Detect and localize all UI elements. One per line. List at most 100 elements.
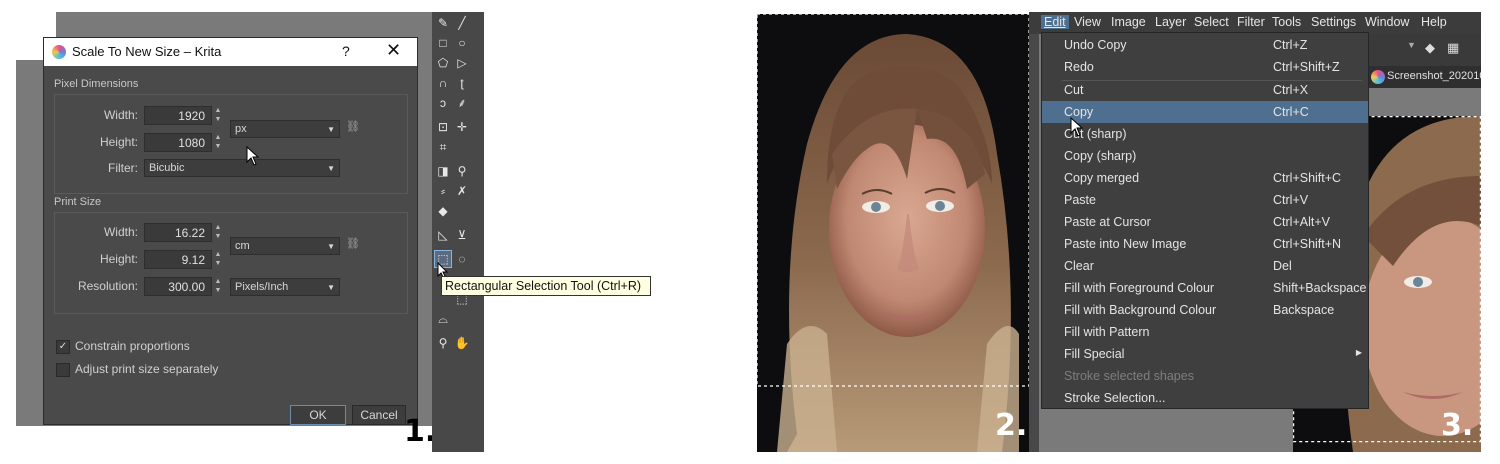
menu-item-fill-foreground[interactable]: Fill with Foreground Colour Shift+Backspa… (1042, 277, 1368, 299)
menu-item-fill-background[interactable]: Fill with Background Colour Backspace (1042, 299, 1368, 321)
pixel-height-input[interactable]: 1080 (144, 133, 212, 152)
adjust-print-size-label: Adjust print size separately (75, 362, 219, 376)
gradient-tool-icon[interactable]: ◨ (435, 163, 451, 179)
polygon-tool-icon[interactable]: ⬠ (435, 55, 451, 71)
menu-item-fill-special[interactable]: Fill Special ▶ (1042, 343, 1368, 365)
menu-item-label: Stroke Selection... (1064, 391, 1166, 405)
crop-tool-icon[interactable]: ⌗ (435, 139, 451, 155)
document-tab[interactable]: Screenshot_202010 (1367, 66, 1481, 88)
print-width-spinner[interactable]: ▲ ▼ (213, 223, 223, 242)
menu-item-undo-copy[interactable]: Undo Copy Ctrl+Z (1042, 34, 1368, 56)
adjust-print-size-checkbox[interactable] (56, 363, 70, 377)
menu-item-label: Copy (sharp) (1064, 149, 1137, 163)
menu-tools[interactable]: Tools (1272, 15, 1301, 29)
filter-select[interactable]: Bicubic ▼ (144, 159, 340, 177)
print-height-spinner[interactable]: ▲ ▼ (213, 250, 223, 269)
colorize-mask-icon[interactable]: ✗ (454, 183, 470, 199)
tool-tooltip: Rectangular Selection Tool (Ctrl+R) (441, 276, 651, 296)
line-tool-icon[interactable]: ╱ (454, 15, 470, 31)
menu-item-label: Clear (1064, 259, 1094, 273)
help-button[interactable]: ? (342, 43, 350, 59)
assistant-tool-icon[interactable]: ⊻ (454, 227, 470, 243)
menu-item-label: Fill with Foreground Colour (1064, 281, 1215, 295)
filter-label: Filter: (108, 161, 138, 175)
toolbox-strip (1029, 34, 1039, 452)
print-unit-select[interactable]: cm ▼ (230, 237, 340, 255)
menu-item-label: Stroke selected shapes (1064, 369, 1194, 383)
resolution-spinner[interactable]: ▲ ▼ (213, 277, 223, 296)
menu-item-cut[interactable]: Cut Ctrl+X (1042, 79, 1368, 101)
freehand-brush-icon[interactable]: ✎ (435, 15, 451, 31)
dynamic-brush-icon[interactable]: ↄ (435, 95, 451, 111)
menu-item-copy-sharp[interactable]: Copy (sharp) (1042, 145, 1368, 167)
menu-item-label: Cut (1064, 83, 1084, 97)
menu-item-shortcut: Ctrl+X (1273, 83, 1309, 97)
mouse-cursor-icon (1070, 117, 1084, 137)
chain-link-icon[interactable]: ⛓ (346, 237, 360, 250)
menu-item-cut-sharp[interactable]: Cut (sharp) (1042, 123, 1368, 145)
menu-edit[interactable]: Edit (1041, 15, 1069, 29)
chevron-down-icon[interactable]: ▼ (1407, 40, 1416, 50)
pixel-height-spinner[interactable]: ▲ ▼ (213, 133, 223, 152)
document-tab-title: Screenshot_202010 (1387, 70, 1481, 82)
ok-button[interactable]: OK (290, 405, 346, 425)
menu-filter[interactable]: Filter (1237, 15, 1265, 29)
menu-settings[interactable]: Settings (1311, 15, 1356, 29)
menu-item-stroke-shapes: Stroke selected shapes (1042, 365, 1368, 387)
menu-item-clear[interactable]: Clear Del (1042, 255, 1368, 277)
chain-link-icon[interactable]: ⛓ (346, 120, 360, 133)
print-width-input[interactable]: 16.22 (144, 223, 212, 242)
close-button[interactable]: ✕ (386, 40, 401, 61)
menu-item-shortcut: Ctrl+Shift+N (1273, 237, 1342, 251)
transform-tool-icon[interactable]: ⊡ (435, 119, 451, 135)
menu-window[interactable]: Window (1365, 15, 1409, 29)
menu-help[interactable]: Help (1421, 15, 1447, 29)
measure-tool-icon[interactable]: ◺ (435, 227, 451, 243)
menu-item-copy-merged[interactable]: Copy merged Ctrl+Shift+C (1042, 167, 1368, 189)
constrain-proportions-checkbox[interactable]: ✓ (56, 340, 70, 354)
eraser-icon[interactable]: ◆ (1425, 40, 1435, 56)
menu-item-label: Paste into New Image (1064, 237, 1187, 251)
cancel-button[interactable]: Cancel (352, 405, 406, 425)
menu-image[interactable]: Image (1111, 15, 1146, 29)
resolution-input[interactable]: 300.00 (144, 277, 212, 296)
move-tool-icon[interactable]: ✛ (454, 119, 470, 135)
menu-item-shortcut: Ctrl+Alt+V (1273, 215, 1330, 229)
pan-tool-icon[interactable]: ✋ (454, 335, 470, 351)
zoom-tool-icon[interactable]: ⚲ (435, 335, 451, 351)
menu-item-paste-at-cursor[interactable]: Paste at Cursor Ctrl+Alt+V (1042, 211, 1368, 233)
menu-item-shortcut: Ctrl+Shift+C (1273, 171, 1342, 185)
multibrush-icon[interactable]: ⸙ (454, 95, 470, 111)
magnetic-selection-icon[interactable]: ⌓ (435, 311, 451, 327)
krita-toolbox: ✎ ╱ □ ○ ⬠ ▷ ∩ ʈ ↄ ⸙ ⊡ ✛ ⌗ ◨ ⚲ ⸗ ✗ ◆ ◺ ⊻ … (432, 12, 484, 452)
color-picker-icon[interactable]: ⚲ (454, 163, 470, 179)
resolution-label: Resolution: (77, 279, 138, 293)
menu-layer[interactable]: Layer (1155, 15, 1186, 29)
step-label-3: 3. (1441, 408, 1474, 443)
pixel-unit-select[interactable]: px ▼ (230, 120, 340, 138)
fill-bucket-icon[interactable]: ◆ (435, 203, 451, 219)
pixel-width-input[interactable]: 1920 (144, 106, 212, 125)
pixel-width-spinner[interactable]: ▲ ▼ (213, 106, 223, 125)
freehand-path-icon[interactable]: ʈ (454, 75, 470, 91)
menu-view[interactable]: View (1074, 15, 1101, 29)
menu-item-stroke-selection[interactable]: Stroke Selection... (1042, 387, 1368, 409)
ellipse-tool-icon[interactable]: ○ (454, 35, 470, 51)
menu-select[interactable]: Select (1194, 15, 1229, 29)
print-height-input[interactable]: 9.12 (144, 250, 212, 269)
print-unit-value: cm (235, 240, 250, 252)
step-label-2: 2. (995, 408, 1028, 443)
print-size-heading: Print Size (54, 196, 102, 208)
menu-item-paste-into-new-image[interactable]: Paste into New Image Ctrl+Shift+N (1042, 233, 1368, 255)
smart-patch-icon[interactable]: ⸗ (435, 183, 451, 199)
rectangle-tool-icon[interactable]: □ (435, 35, 451, 51)
menu-item-paste[interactable]: Paste Ctrl+V (1042, 189, 1368, 211)
elliptical-selection-icon[interactable]: ◌ (454, 251, 470, 267)
resolution-unit-select[interactable]: Pixels/Inch ▼ (230, 278, 340, 296)
polyline-tool-icon[interactable]: ▷ (454, 55, 470, 71)
menu-item-fill-pattern[interactable]: Fill with Pattern (1042, 321, 1368, 343)
menu-item-copy[interactable]: Copy Ctrl+C (1042, 101, 1368, 123)
menu-item-redo[interactable]: Redo Ctrl+Shift+Z (1042, 56, 1368, 78)
checker-icon[interactable]: ▦ (1447, 40, 1459, 56)
bezier-curve-icon[interactable]: ∩ (435, 75, 451, 91)
